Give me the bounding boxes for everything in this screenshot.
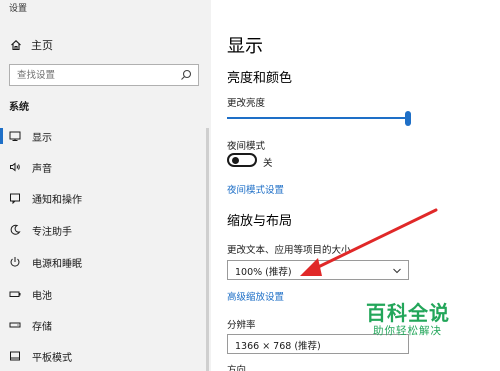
sidebar-item-label: 通知和操作 bbox=[32, 194, 82, 206]
scale-label: 更改文本、应用等项目的大小 bbox=[227, 245, 351, 256]
sidebar-item-label: 存储 bbox=[32, 321, 52, 333]
scale-value: 100% (推荐) bbox=[235, 267, 292, 278]
sidebar-item-battery[interactable]: 电池 bbox=[0, 282, 205, 306]
home-label: 主页 bbox=[31, 39, 53, 52]
brightness-slider-thumb[interactable] bbox=[405, 111, 411, 126]
window-title: 设置 bbox=[9, 4, 28, 14]
night-mode-state: 关 bbox=[263, 158, 273, 169]
watermark-logo: 百科全说 bbox=[366, 301, 450, 325]
sidebar-item-label: 电池 bbox=[32, 290, 52, 302]
sidebar: 设置 主页 系统 显示 声音 通知和操作 专注助手 bbox=[0, 0, 211, 371]
toggle-knob bbox=[232, 157, 239, 164]
chevron-down-icon bbox=[393, 268, 401, 274]
sidebar-item-power-sleep[interactable]: 电源和睡眠 bbox=[0, 250, 205, 274]
night-mode-toggle[interactable] bbox=[227, 153, 257, 167]
section-label: 系统 bbox=[9, 102, 29, 113]
resolution-value: 1366 × 768 (推荐) bbox=[235, 341, 321, 352]
search-box[interactable] bbox=[9, 64, 199, 86]
scale-dropdown[interactable]: 100% (推荐) bbox=[227, 260, 409, 280]
scale-layout-heading: 缩放与布局 bbox=[227, 214, 293, 229]
battery-icon bbox=[9, 288, 21, 300]
sidebar-scrollbar[interactable] bbox=[206, 128, 209, 371]
night-mode-settings-link[interactable]: 夜间模式设置 bbox=[227, 182, 284, 196]
sidebar-item-focus-assist[interactable]: 专注助手 bbox=[0, 218, 205, 242]
power-icon bbox=[9, 256, 21, 268]
night-mode-label: 夜间模式 bbox=[227, 141, 266, 152]
monitor-icon bbox=[9, 130, 21, 142]
brightness-color-heading: 亮度和颜色 bbox=[227, 71, 293, 86]
tablet-icon bbox=[9, 350, 21, 362]
sidebar-item-storage[interactable]: 存储 bbox=[0, 313, 205, 337]
sidebar-item-tablet-mode[interactable]: 平板模式 bbox=[0, 344, 205, 368]
active-indicator bbox=[0, 128, 3, 144]
search-icon[interactable] bbox=[180, 69, 192, 81]
search-input[interactable] bbox=[17, 68, 177, 82]
brightness-label: 更改亮度 bbox=[227, 98, 266, 109]
sidebar-item-label: 显示 bbox=[32, 132, 52, 144]
page-title: 显示 bbox=[227, 36, 263, 57]
watermark-tagline: 助你轻松解决 bbox=[373, 325, 442, 337]
moon-icon bbox=[9, 224, 21, 236]
sidebar-item-label: 声音 bbox=[32, 163, 52, 175]
advanced-scaling-link[interactable]: 高级缩放设置 bbox=[227, 289, 284, 303]
sidebar-item-notifications[interactable]: 通知和操作 bbox=[0, 186, 205, 210]
main-content: 显示 亮度和颜色 更改亮度 夜间模式 关 夜间模式设置 缩放与布局 更改文本、应… bbox=[211, 0, 500, 371]
speaker-icon bbox=[9, 161, 21, 173]
home-icon bbox=[11, 40, 21, 51]
sidebar-item-label: 电源和睡眠 bbox=[32, 258, 82, 270]
home-nav-item[interactable]: 主页 bbox=[10, 36, 53, 54]
sidebar-item-label: 专注助手 bbox=[32, 226, 72, 238]
sidebar-item-sound[interactable]: 声音 bbox=[0, 155, 205, 179]
sidebar-item-display[interactable]: 显示 bbox=[0, 124, 205, 148]
resolution-label: 分辨率 bbox=[227, 320, 256, 331]
brightness-slider-track[interactable] bbox=[227, 117, 409, 119]
orientation-label: 方向 bbox=[227, 365, 247, 371]
storage-icon bbox=[9, 319, 21, 331]
sidebar-item-label: 平板模式 bbox=[32, 352, 72, 364]
notification-icon bbox=[9, 192, 21, 204]
